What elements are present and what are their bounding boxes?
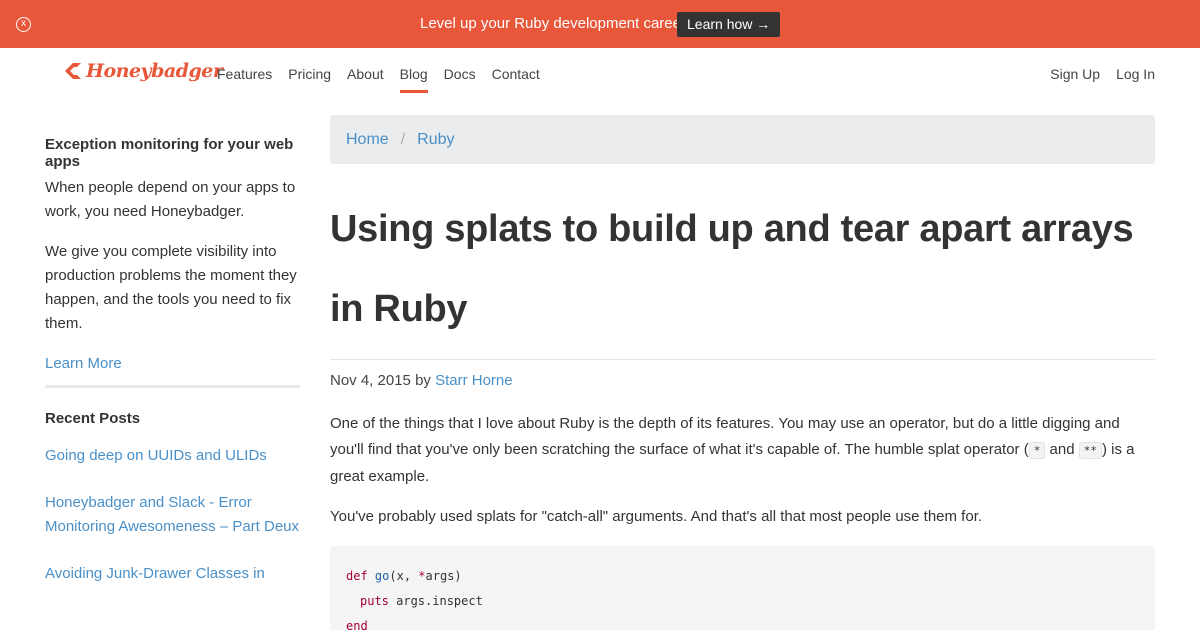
code-line: def go(x, *args): [346, 564, 1139, 589]
recent-post-link[interactable]: Avoiding Junk-Drawer Classes in: [45, 562, 300, 586]
breadcrumb-home[interactable]: Home: [346, 131, 389, 149]
sign-up-link[interactable]: Sign Up: [1042, 66, 1108, 82]
post-paragraph: You've probably used splats for "catch-a…: [330, 508, 983, 525]
nav-link-pricing[interactable]: Pricing: [280, 66, 339, 82]
main-content: Home / Ruby Using splats to build up and…: [330, 115, 1155, 630]
nav-link-features[interactable]: Features: [209, 66, 280, 82]
navbar: Honeybadger Features Pricing About Blog …: [0, 48, 1200, 102]
recent-post-link[interactable]: Going deep on UUIDs and ULIDs: [45, 444, 300, 468]
honeybadger-logo-icon: [65, 63, 81, 79]
sidebar-paragraph: We give you complete visibility into pro…: [45, 243, 297, 332]
code-line: puts args.inspect: [346, 589, 1139, 614]
post-byline: Nov 4, 2015 by Starr Horne: [330, 371, 1155, 391]
recent-posts-list: Going deep on UUIDs and ULIDs Honeybadge…: [45, 444, 300, 586]
recent-posts-heading: Recent Posts: [45, 410, 141, 427]
code-keyword: end: [346, 619, 368, 630]
code-line: end: [346, 614, 1139, 630]
breadcrumb-separator: /: [400, 130, 406, 148]
learn-how-button[interactable]: Learn how →: [677, 12, 781, 37]
code-text: args.inspect: [388, 594, 483, 608]
inline-code-splat: *: [1028, 442, 1046, 459]
post-date: Nov 4, 2015: [330, 372, 411, 389]
nav-links: Features Pricing About Blog Docs Contact: [209, 66, 548, 93]
code-operator: *: [418, 569, 426, 583]
promo-banner: x Level up your Ruby development career.…: [0, 0, 1200, 48]
sidebar-title: Exception monitoring for your web apps: [45, 136, 294, 170]
banner-text: Level up your Ruby development career.: [420, 15, 690, 32]
nav-link-contact[interactable]: Contact: [484, 66, 548, 82]
title-divider: [330, 359, 1155, 360]
logo[interactable]: Honeybadger: [62, 58, 223, 84]
breadcrumb: Home / Ruby: [330, 115, 1155, 164]
nav-auth-links: Sign Up Log In: [1042, 66, 1163, 82]
nav-link-about[interactable]: About: [339, 66, 392, 82]
log-in-link[interactable]: Log In: [1108, 66, 1163, 82]
logo-text: Honeybadger: [86, 60, 223, 82]
code-block: def go(x, *args) puts args.inspect end: [330, 546, 1155, 630]
learn-more-link[interactable]: Learn More: [45, 352, 300, 376]
byline-by: by: [415, 372, 431, 389]
nav-link-blog[interactable]: Blog: [392, 66, 436, 93]
nav-link-docs[interactable]: Docs: [436, 66, 484, 82]
recent-post-link[interactable]: Honeybadger and Slack - Error Monitoring…: [45, 491, 300, 539]
post-title: Using splats to build up and tear apart …: [330, 208, 1134, 330]
breadcrumb-ruby[interactable]: Ruby: [417, 131, 454, 149]
paragraph-text: and: [1049, 441, 1075, 458]
code-text: (x,: [389, 569, 419, 583]
sidebar-divider: [45, 385, 300, 388]
author-link[interactable]: Starr Horne: [435, 372, 513, 389]
post-paragraph: One of the things that I love about Ruby…: [330, 411, 1155, 490]
inline-code-double-splat: **: [1078, 442, 1102, 459]
code-function: go: [374, 569, 390, 583]
paragraph-text: One of the things that I love about Ruby…: [330, 415, 1120, 458]
sidebar: Exception monitoring for your web apps W…: [45, 136, 300, 609]
code-text: args): [425, 569, 462, 583]
code-keyword: puts: [360, 594, 389, 608]
code-keyword: def: [346, 569, 368, 583]
close-icon[interactable]: x: [16, 17, 31, 32]
sidebar-paragraph: When people depend on your apps to work,…: [45, 179, 296, 220]
